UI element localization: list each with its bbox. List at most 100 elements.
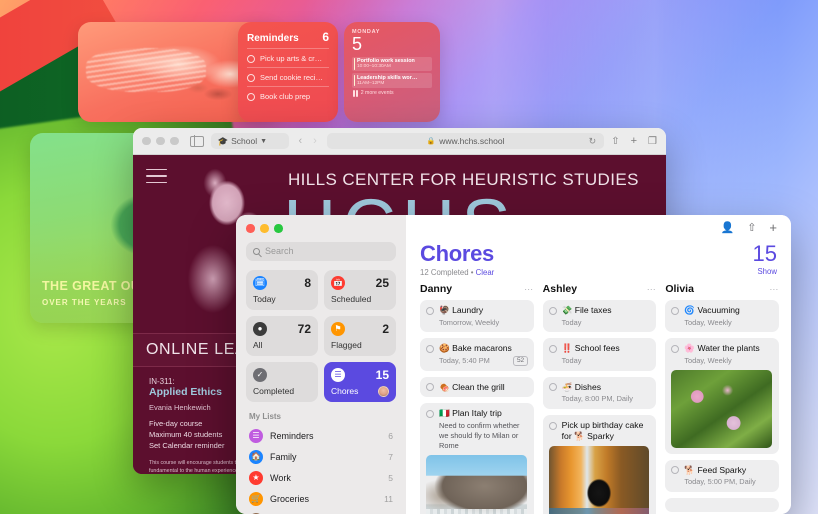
column-title: Olivia <box>665 283 694 295</box>
list-count: 7 <box>388 452 393 462</box>
calendar-day-number: 5 <box>352 34 363 54</box>
back-chevron-icon[interactable]: ‹ <box>299 135 303 147</box>
task-attachment-image[interactable] <box>426 455 527 514</box>
task-attachment-image[interactable] <box>671 369 773 448</box>
task-checkbox-icon[interactable] <box>426 409 434 418</box>
sidebar-item-camping-trip[interactable]: ▲ Camping Trip 4 <box>246 510 396 514</box>
reminders-widget-item[interactable]: Send cookie reci… <box>247 67 329 86</box>
task-title: 🌸 Water the plants <box>684 343 759 354</box>
smart-list-completed[interactable]: ✓ Completed <box>246 361 318 402</box>
smart-list-all[interactable]: ● 72 All <box>246 315 318 356</box>
tile-label: Today <box>253 293 276 304</box>
safari-tab-group[interactable]: 🎓 School ▼ <box>210 133 289 149</box>
ellipsis-icon[interactable]: ⋯ <box>769 284 779 295</box>
task-checkbox-icon[interactable] <box>671 306 680 315</box>
task-item[interactable]: 🦃 Laundry Tomorrow, Weekly <box>420 300 534 333</box>
clear-button[interactable]: Clear <box>476 268 495 277</box>
maximize-button[interactable] <box>274 224 283 233</box>
plus-icon[interactable]: + <box>769 220 777 235</box>
plus-icon[interactable]: + <box>631 135 637 147</box>
minimize-button[interactable] <box>156 136 165 146</box>
task-item[interactable]: ‼️ School fees Today <box>542 338 657 371</box>
safari-url-text: www.hchs.school <box>439 136 505 146</box>
task-item[interactable]: Pick up birthday cake for 🐕 Sparky <box>542 415 657 514</box>
share-icon[interactable]: ⇧ <box>611 136 619 147</box>
reminders-app-window[interactable]: Search 🗓 8 Today 📅 25 Scheduled ● 72 All… <box>236 215 791 514</box>
task-item[interactable]: 🇮🇹 Plan Italy trip Need to confirm wheth… <box>420 403 534 514</box>
completed-count-label: 12 Completed <box>420 268 469 277</box>
task-title: 🇮🇹 Plan Italy trip <box>439 408 502 419</box>
smart-list-scheduled[interactable]: 📅 25 Scheduled <box>324 269 396 310</box>
task-item[interactable]: 🍪 Bake macarons Today, 5:40 PM 52 <box>420 338 534 371</box>
add-person-icon[interactable]: 👤 <box>720 221 734 234</box>
reminders-widget[interactable]: Reminders 6 Pick up arts & cr… Send cook… <box>238 22 338 122</box>
close-button[interactable] <box>142 136 151 146</box>
checkbox-circle-icon[interactable] <box>247 54 255 63</box>
task-row: 🐕 Feed Sparky <box>671 465 772 476</box>
calendar-event[interactable]: Leadership skills wor… 11AM–12PM <box>352 73 432 88</box>
task-item[interactable]: 🌸 Water the plants Today, Weekly <box>665 338 780 454</box>
task-item[interactable] <box>665 498 780 513</box>
task-attachment-image[interactable] <box>548 445 650 514</box>
sidebar-toggle-icon[interactable] <box>189 135 204 147</box>
task-checkbox-icon[interactable] <box>548 383 557 392</box>
smart-list-flagged[interactable]: ⚑ 2 Flagged <box>324 315 396 356</box>
window-traffic-lights[interactable] <box>142 136 179 146</box>
checkbox-circle-icon[interactable] <box>247 73 255 82</box>
safari-navigation[interactable]: ‹ › <box>296 135 320 147</box>
calendar-scheduled-icon: 📅 <box>331 275 345 290</box>
close-button[interactable] <box>246 224 255 233</box>
minimize-button[interactable] <box>260 224 269 233</box>
task-checkbox-icon[interactable] <box>548 421 557 430</box>
window-traffic-lights[interactable] <box>246 224 396 233</box>
checkbox-circle-icon[interactable] <box>247 92 255 101</box>
safari-address-bar[interactable]: 🔒 www.hchs.school ↻ <box>326 133 605 149</box>
reminders-widget-item[interactable]: Book club prep <box>247 86 329 105</box>
flowers-photo <box>671 369 773 448</box>
task-checkbox-icon[interactable] <box>426 306 434 315</box>
my-lists-heading: My Lists <box>249 411 282 421</box>
smart-list-today[interactable]: 🗓 8 Today <box>246 269 318 310</box>
reload-icon[interactable]: ↻ <box>589 136 597 147</box>
task-item[interactable]: 🌀 Vacuuming Today, Weekly <box>665 300 780 333</box>
task-title-text: File taxes <box>574 305 612 315</box>
chores-total-count: 15 <box>752 241 777 266</box>
all-inbox-icon: ● <box>253 321 267 336</box>
ellipsis-icon[interactable]: ⋯ <box>524 284 534 295</box>
forward-chevron-icon[interactable]: › <box>313 135 317 147</box>
task-checkbox-icon[interactable] <box>548 306 557 315</box>
task-row: 🇮🇹 Plan Italy trip <box>426 408 527 419</box>
task-checkbox-icon[interactable] <box>671 344 680 353</box>
task-checkbox-icon[interactable] <box>671 466 680 475</box>
tab-overview-icon[interactable]: ❐ <box>648 136 657 147</box>
search-input[interactable]: Search <box>246 241 396 261</box>
calendar-widget[interactable]: MONDAY 5 Portfolio work session 10:00–10… <box>344 22 440 122</box>
sidebar-item-reminders[interactable]: ☰ Reminders 6 <box>246 426 396 447</box>
smart-list-chores[interactable]: ☰ 15 Chores <box>324 361 396 402</box>
list-label: Reminders <box>270 431 314 441</box>
reminders-widget-item[interactable]: Pick up arts & cr… <box>247 48 329 67</box>
task-row: ‼️ School fees <box>548 343 650 354</box>
share-icon[interactable]: ⇧ <box>747 221 756 234</box>
calendar-more-events[interactable]: 2 more events <box>352 89 432 97</box>
task-item[interactable]: 💸 File taxes Today <box>542 300 657 333</box>
sidebar-item-groceries[interactable]: 🛒 Groceries 11 <box>246 489 396 510</box>
tile-label: Completed <box>253 385 295 396</box>
sidebar-item-family[interactable]: 🏠 Family 7 <box>246 447 396 468</box>
ellipsis-icon[interactable]: ⋯ <box>647 284 657 295</box>
task-item[interactable]: 🐕 Feed Sparky Today, 5:00 PM, Daily <box>665 459 780 493</box>
task-checkbox-icon[interactable] <box>426 383 434 392</box>
task-checkbox-icon[interactable] <box>548 344 557 353</box>
avatar <box>378 385 389 397</box>
calendar-event[interactable]: Portfolio work session 10:00–10:30AM <box>352 56 432 72</box>
chevron-down-icon[interactable]: ▼ <box>260 138 267 145</box>
hamburger-menu-icon[interactable] <box>146 169 167 188</box>
safari-toolbar-actions[interactable]: ⇧ + ❐ <box>611 135 657 147</box>
task-item[interactable]: 🍜 Dishes Today, 8:00 PM, Daily <box>542 376 657 410</box>
show-completed-button[interactable]: Show <box>757 267 777 276</box>
task-checkbox-icon[interactable] <box>426 344 434 353</box>
sidebar-item-work[interactable]: ★ Work 5 <box>246 468 396 489</box>
maximize-button[interactable] <box>170 136 179 146</box>
task-title: 🍜 Dishes <box>562 382 601 393</box>
task-item[interactable]: 🍖 Clean the grill <box>420 376 534 398</box>
